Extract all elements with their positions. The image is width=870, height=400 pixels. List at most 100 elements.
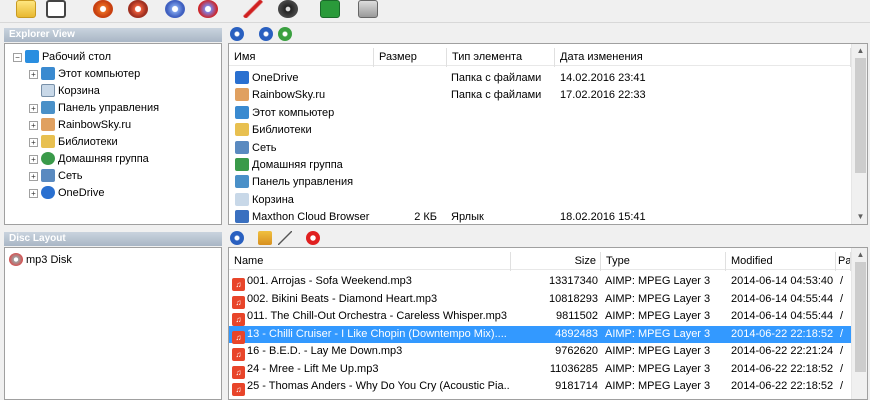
disc-tree[interactable]: mp3 Disk [4,247,222,400]
file-list[interactable]: Имя Размер Тип элемента Дата изменения O… [228,43,868,225]
table-row[interactable]: ♫ 002. Bikini Beats - Diamond Heart.mp3 10… [229,291,851,309]
table-row[interactable]: ♫ 25 - Thomas Anders - Why Do You Cry (Ac… [229,378,851,396]
back-icon[interactable] [230,231,244,245]
tree-item-recycle-bin[interactable]: Корзина [41,83,100,99]
disc-file-list[interactable]: Name Size Type Modified Pa ♫ 001. Arrojas… [228,247,868,400]
desktop-icon [25,50,39,63]
file-path: / [840,292,844,305]
homegroup-icon [41,152,55,165]
file-path: / [840,362,844,375]
tree-item-mp3-disk[interactable]: mp3 Disk [9,252,72,268]
user-folder-icon [41,118,55,131]
tree-item-libraries[interactable]: Библиотеки [41,134,118,150]
file-date: 18.02.2016 15:41 [560,211,646,224]
table-row[interactable]: ♫ 16 - B.E.D. - Lay Me Down.mp3 9762620 AIM… [229,343,851,361]
new-folder-icon[interactable] [258,231,272,245]
col-path[interactable]: Pa [836,252,851,271]
table-row[interactable]: Maxthon Cloud Browser 2 КБ Ярлык 18.02.2016… [229,209,851,224]
file-type: AIMP: MPEG Layer 3 [605,362,711,375]
control-panel-icon [235,175,249,189]
onedrive-icon [235,71,249,84]
rename-icon[interactable] [278,231,292,245]
recycle-bin-icon [41,84,55,97]
tree-item-homegroup[interactable]: Домашняя группа [41,151,149,167]
tree-item-this-pc[interactable]: Этот компьютер [41,66,140,82]
file-type: Ярлык [451,211,484,224]
file-name: RainbowSky.ru [252,89,326,102]
file-size: 9762620 [555,345,598,357]
file-modified: 2014-06-22 22:18:52 [731,327,834,340]
file-modified: 2014-06-22 22:18:52 [731,362,834,375]
file-path: / [840,310,844,322]
libraries-icon [41,135,55,148]
scroll-thumb[interactable] [855,58,866,173]
copy-disc-icon[interactable] [165,0,185,18]
table-row[interactable]: ♫ 001. Arrojas - Sofa Weekend.mp3 13317340… [229,273,851,291]
tree-item-control-panel[interactable]: Панель управления [41,100,159,116]
explorer-view-header: Explorer View [4,28,222,42]
refresh-icon[interactable] [320,0,340,18]
table-row[interactable]: Домашняя группа [229,157,851,174]
computer-icon [235,105,249,119]
table-row[interactable]: ♫ 24 - Mree - Lift Me Up.mp3 11036285 AIMP:… [229,361,851,379]
file-type: Папка с файлами [451,72,542,84]
col-type[interactable]: Тип элемента [447,48,555,67]
network-icon [235,140,249,154]
disc-list-scrollbar[interactable]: ▲ [851,248,867,399]
disc-icon [9,253,23,266]
burn-audio-icon[interactable] [128,0,148,18]
table-row[interactable]: ♫ 13 - Chilli Cruiser - I Like Chopin (Do… [229,325,851,344]
table-row[interactable]: ♫ 011. The Chill-Out Orchestra - Careless… [229,308,851,326]
col-name[interactable]: Имя [229,48,374,67]
home-icon[interactable] [278,27,292,41]
file-type: AIMP: MPEG Layer 3 [605,310,711,322]
col-size[interactable]: Размер [374,48,447,67]
save-icon[interactable] [46,0,66,18]
col-date[interactable]: Дата изменения [555,48,851,67]
disc-info-icon[interactable] [278,0,298,18]
tree-item-desktop[interactable]: Рабочий стол [25,49,111,65]
computer-icon [41,67,55,80]
erase-disc-icon[interactable] [198,0,218,18]
tree-item-network[interactable]: Сеть [41,168,82,184]
tree-item-onedrive[interactable]: OneDrive [41,185,104,201]
file-size: 2 КБ [414,211,437,224]
file-size: 9181714 [555,380,598,392]
scroll-thumb[interactable] [855,262,866,372]
exit-icon[interactable] [358,0,378,18]
file-path: / [840,380,844,392]
burn-icon[interactable] [93,0,113,18]
file-name: Maxthon Cloud Browser [252,211,370,224]
shortcut-icon [235,210,249,224]
file-size: 13317340 [549,275,598,287]
mp3-file-icon: ♫ [232,383,245,396]
col-name[interactable]: Name [229,252,511,271]
table-row[interactable]: OneDrive Папка с файлами 14.02.2016 23:41 [229,70,851,87]
file-modified: 2014-06-22 22:21:24 [731,345,834,357]
clean-icon[interactable] [243,0,263,18]
table-row[interactable]: RainbowSky.ru Папка с файлами 17.02.2016 2… [229,87,851,104]
file-name: Библиотеки [252,124,312,137]
col-type[interactable]: Type [601,252,726,271]
file-path: / [840,345,844,357]
up-icon[interactable] [259,27,273,41]
file-type: Папка с файлами [451,89,542,102]
file-list-header: Имя Размер Тип элемента Дата изменения [229,44,851,67]
table-row[interactable]: Библиотеки [229,122,851,139]
new-project-icon[interactable] [16,0,36,18]
table-row[interactable]: Панель управления [229,174,851,191]
table-row[interactable]: Корзина [229,192,851,209]
mp3-file-icon: ♫ [232,365,245,379]
file-modified: 2014-06-14 04:55:44 [731,310,834,322]
remove-icon[interactable] [306,231,320,245]
folder-tree[interactable]: − Рабочий стол + Этот компьютер Корзина … [4,43,222,225]
file-size: 9811502 [555,310,598,322]
table-row[interactable]: Этот компьютер [229,105,851,122]
file-name: OneDrive [252,72,299,84]
col-size[interactable]: Size [511,252,601,271]
col-modified[interactable]: Modified [726,252,836,271]
table-row[interactable]: Сеть [229,140,851,157]
tree-item-rainbowsky[interactable]: RainbowSky.ru [41,117,131,133]
file-list-scrollbar[interactable]: ▲ ▼ [851,44,867,224]
back-icon[interactable] [230,27,244,41]
